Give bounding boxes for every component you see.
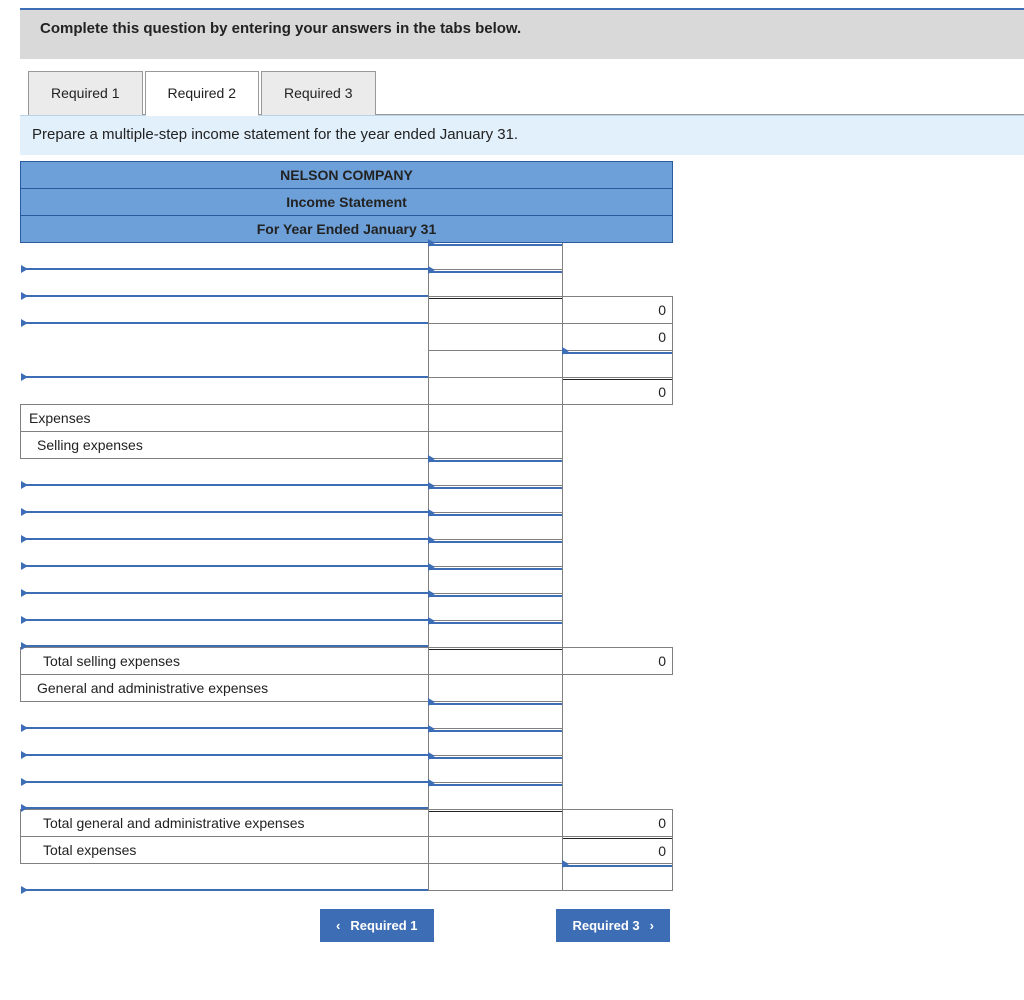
instruction-text: Complete this question by entering your … [40,20,521,37]
amount-input[interactable] [563,864,673,891]
total-cell: 0 [563,378,673,405]
line-item-dropdown[interactable] [21,621,429,648]
amount-input[interactable] [429,486,563,513]
label-expenses: Expenses [21,405,429,432]
amount-cell [429,675,563,702]
prev-label: Required 1 [350,918,417,933]
tab-required-3[interactable]: Required 3 [261,71,376,115]
amount-cell [429,378,563,405]
amount-cell [429,351,563,378]
amount-cell [429,864,563,891]
line-item-dropdown[interactable] [21,567,429,594]
line-item-dropdown[interactable] [21,756,429,783]
header-company: NELSON COMPANY [21,162,673,189]
line-item-dropdown[interactable] [21,459,429,486]
total-cell: 0 [563,297,673,324]
amount-input[interactable] [429,594,563,621]
line-item-dropdown[interactable] [21,702,429,729]
line-item-dropdown[interactable] [21,486,429,513]
total-cell: 0 [563,324,673,351]
amount-input[interactable] [429,243,563,270]
tabs-container: Required 1 Required 2 Required 3 [28,71,1024,115]
line-item-dropdown[interactable] [21,594,429,621]
amount-input[interactable] [429,621,563,648]
line-item-dropdown[interactable] [21,864,429,891]
amount-input[interactable] [429,270,563,297]
amount-cell [429,837,563,864]
amount-cell [429,324,563,351]
amount-input[interactable] [429,756,563,783]
amount-input[interactable] [429,567,563,594]
chevron-right-icon: › [650,918,654,933]
amount-input[interactable] [429,459,563,486]
total-cell: 0 [563,810,673,837]
subheader-text: Prepare a multiple-step income statement… [32,126,518,143]
chevron-left-icon: ‹ [336,918,340,933]
line-item-dropdown[interactable] [21,540,429,567]
total-cell: 0 [563,648,673,675]
label-total-selling: Total selling expenses [21,648,429,675]
line-item-dropdown[interactable] [21,513,429,540]
amount-cell [429,648,563,675]
next-label: Required 3 [572,918,639,933]
amount-input[interactable] [429,513,563,540]
instruction-bar: Complete this question by entering your … [20,8,1024,59]
line-item-dropdown[interactable] [21,729,429,756]
amount-input[interactable] [429,702,563,729]
prev-button[interactable]: ‹ Required 1 [320,909,434,942]
label-ga-expenses: General and administrative expenses [21,675,429,702]
amount-cell [429,297,563,324]
next-button[interactable]: Required 3 › [556,909,670,942]
amount-input[interactable] [429,540,563,567]
total-cell: 0 [563,837,673,864]
income-statement-table: NELSON COMPANY Income Statement For Year… [20,161,673,891]
subheader-bar: Prepare a multiple-step income statement… [20,115,1024,155]
line-item-dropdown[interactable] [21,351,429,378]
label-total-expenses: Total expenses [21,837,429,864]
amount-input[interactable] [429,729,563,756]
line-item-dropdown[interactable] [21,270,429,297]
line-item-dropdown[interactable] [21,297,429,324]
amount-cell [429,432,563,459]
line-item-dropdown[interactable] [21,243,429,270]
label-total-ga: Total general and administrative expense… [21,810,429,837]
header-period: For Year Ended January 31 [21,216,673,243]
line-item-dropdown[interactable] [21,783,429,810]
amount-cell [429,810,563,837]
tab-required-1[interactable]: Required 1 [28,71,143,115]
amount-input[interactable] [563,351,673,378]
label-selling-expenses: Selling expenses [21,432,429,459]
header-title: Income Statement [21,189,673,216]
amount-input[interactable] [429,783,563,810]
tab-required-2[interactable]: Required 2 [145,71,260,115]
amount-cell [429,405,563,432]
